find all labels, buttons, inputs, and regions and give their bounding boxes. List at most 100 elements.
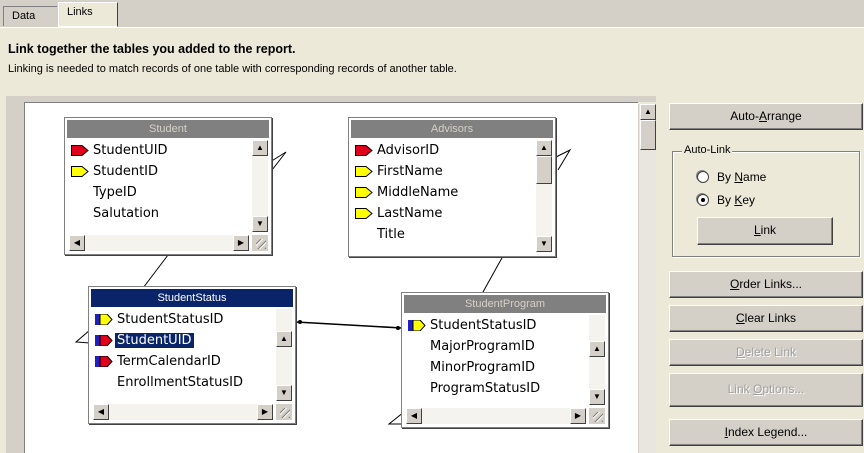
field-name: TermCalendarID	[117, 354, 221, 369]
scroll-up-arrow-icon[interactable]: ▲	[252, 140, 268, 156]
link-line-student-right	[269, 151, 287, 171]
table-vscroll[interactable]: ▲ ▼	[252, 140, 268, 232]
index-key-icon	[355, 166, 373, 177]
link-line-advisors-right	[553, 148, 572, 171]
table-hscroll[interactable]: ◀ ▶	[406, 408, 586, 424]
table-title-studentstatus[interactable]: StudentStatus	[91, 289, 293, 307]
field-row[interactable]: StudentUID	[93, 330, 273, 351]
scroll-up-arrow-icon[interactable]: ▲	[589, 341, 605, 357]
field-name: FirstName	[377, 164, 443, 179]
index-key-icon	[355, 208, 373, 219]
field-row[interactable]: AdvisorID	[353, 140, 533, 161]
index-key-icon	[71, 166, 89, 177]
link-line-student-studentstatus	[142, 254, 169, 289]
field-name: StudentStatusID	[430, 318, 537, 333]
table-box-student[interactable]: Student StudentUID StudentID TypeID Salutat…	[64, 117, 272, 255]
field-name: MinorProgramID	[430, 360, 536, 375]
resize-grip-icon[interactable]	[252, 235, 268, 251]
scroll-left-arrow-icon[interactable]: ◀	[406, 408, 422, 424]
index-key-icon	[355, 187, 373, 198]
field-row[interactable]: ProgramStatusID	[406, 378, 586, 399]
scroll-thumb[interactable]	[536, 156, 552, 184]
button-label: Auto-	[730, 109, 759, 123]
field-name: StudentUID	[114, 332, 195, 349]
field-row[interactable]: Salutation	[69, 203, 249, 224]
button-label: elete Link	[744, 345, 797, 359]
field-name: TypeID	[93, 185, 137, 200]
radio-circle-icon[interactable]	[697, 194, 709, 206]
link-line-studentuid-studentstatusid	[295, 321, 403, 329]
scroll-up-arrow-icon[interactable]: ▲	[276, 331, 292, 347]
button-label: ink	[760, 223, 777, 237]
field-row[interactable]: StudentID	[69, 161, 249, 182]
scroll-down-arrow-icon[interactable]: ▼	[536, 236, 552, 252]
index-key-icon	[95, 335, 113, 346]
index-key-icon	[95, 356, 113, 367]
link-options-button[interactable]: Link Options...	[669, 373, 863, 407]
canvas-vscroll[interactable]: ▲	[638, 104, 656, 453]
order-links-button[interactable]: Order Links...	[669, 271, 863, 298]
table-box-studentprogram[interactable]: StudentProgram StudentStatusID MajorProgr…	[401, 292, 609, 428]
field-row[interactable]: TypeID	[69, 182, 249, 203]
radio-label: By Name	[717, 170, 767, 184]
link-button[interactable]: Link	[697, 217, 833, 245]
field-row[interactable]: EnrollmentStatusID	[93, 372, 273, 393]
resize-grip-icon[interactable]	[276, 404, 292, 420]
scroll-right-arrow-icon[interactable]: ▶	[233, 235, 249, 251]
scroll-down-arrow-icon[interactable]: ▼	[276, 385, 292, 401]
index-key-icon	[95, 314, 113, 325]
table-title-student[interactable]: Student	[67, 120, 269, 138]
field-name: Title	[377, 227, 405, 242]
index-key-icon	[408, 320, 426, 331]
table-vscroll[interactable]: ▲ ▼	[589, 315, 605, 405]
field-row[interactable]: MiddleName	[353, 182, 533, 203]
field-row[interactable]: TermCalendarID	[93, 351, 273, 372]
field-row[interactable]: FirstName	[353, 161, 533, 182]
table-title-studentprogram[interactable]: StudentProgram	[404, 295, 606, 313]
radio-circle-icon[interactable]	[697, 171, 709, 183]
field-list-student[interactable]: StudentUID StudentID TypeID Salutation	[69, 140, 249, 232]
field-row[interactable]: StudentStatusID	[93, 309, 273, 330]
field-row[interactable]: MajorProgramID	[406, 336, 586, 357]
button-mnemonic: L	[753, 223, 761, 237]
field-list-advisors[interactable]: AdvisorID FirstName MiddleName LastName Titl…	[353, 140, 533, 252]
clear-links-button[interactable]: Clear Links	[669, 305, 863, 332]
index-key-icon	[71, 145, 89, 156]
scroll-down-arrow-icon[interactable]: ▼	[589, 389, 605, 405]
scroll-down-arrow-icon[interactable]: ▼	[252, 216, 268, 232]
field-row[interactable]: LastName	[353, 203, 533, 224]
field-name: StudentStatusID	[117, 312, 224, 327]
table-vscroll[interactable]: ▲ ▼	[276, 309, 292, 401]
scroll-thumb[interactable]	[640, 120, 656, 150]
table-box-studentstatus[interactable]: StudentStatus StudentStatusID StudentUID T…	[88, 286, 296, 424]
resize-grip-icon[interactable]	[589, 408, 605, 424]
scroll-right-arrow-icon[interactable]: ▶	[570, 408, 586, 424]
scroll-up-arrow-icon[interactable]: ▲	[536, 140, 552, 156]
scroll-right-arrow-icon[interactable]: ▶	[257, 404, 273, 420]
table-title-advisors[interactable]: Advisors	[351, 120, 553, 138]
field-name: MajorProgramID	[430, 339, 535, 354]
button-label: rder Links...	[739, 277, 803, 291]
table-vscroll[interactable]: ▲ ▼	[536, 140, 552, 252]
scroll-up-arrow-icon[interactable]: ▲	[640, 104, 656, 120]
field-row[interactable]: StudentUID	[69, 140, 249, 161]
field-row[interactable]: Title	[353, 224, 533, 245]
field-row[interactable]: MinorProgramID	[406, 357, 586, 378]
delete-link-button[interactable]: Delete Link	[669, 339, 863, 366]
auto-arrange-button[interactable]: Auto-Arrange	[669, 103, 863, 130]
scroll-left-arrow-icon[interactable]: ◀	[69, 235, 85, 251]
index-key-icon	[355, 145, 373, 156]
field-list-studentstatus[interactable]: StudentStatusID StudentUID TermCalendarID E…	[93, 309, 273, 401]
index-legend-button[interactable]: Index Legend...	[669, 419, 863, 446]
scroll-left-arrow-icon[interactable]: ◀	[93, 404, 109, 420]
field-name: ProgramStatusID	[430, 381, 541, 396]
link-line-advisors-studentprogram	[482, 255, 504, 293]
field-row[interactable]: StudentStatusID	[406, 315, 586, 336]
table-hscroll[interactable]: ◀ ▶	[69, 235, 249, 251]
table-hscroll[interactable]: ◀ ▶	[93, 404, 273, 420]
field-name: LastName	[377, 206, 443, 221]
field-name: Salutation	[93, 206, 160, 221]
field-list-studentprogram[interactable]: StudentStatusID MajorProgramID MinorProgra…	[406, 315, 586, 405]
button-label: rrange	[767, 109, 802, 123]
table-box-advisors[interactable]: Advisors AdvisorID FirstName MiddleName Las…	[348, 117, 556, 257]
